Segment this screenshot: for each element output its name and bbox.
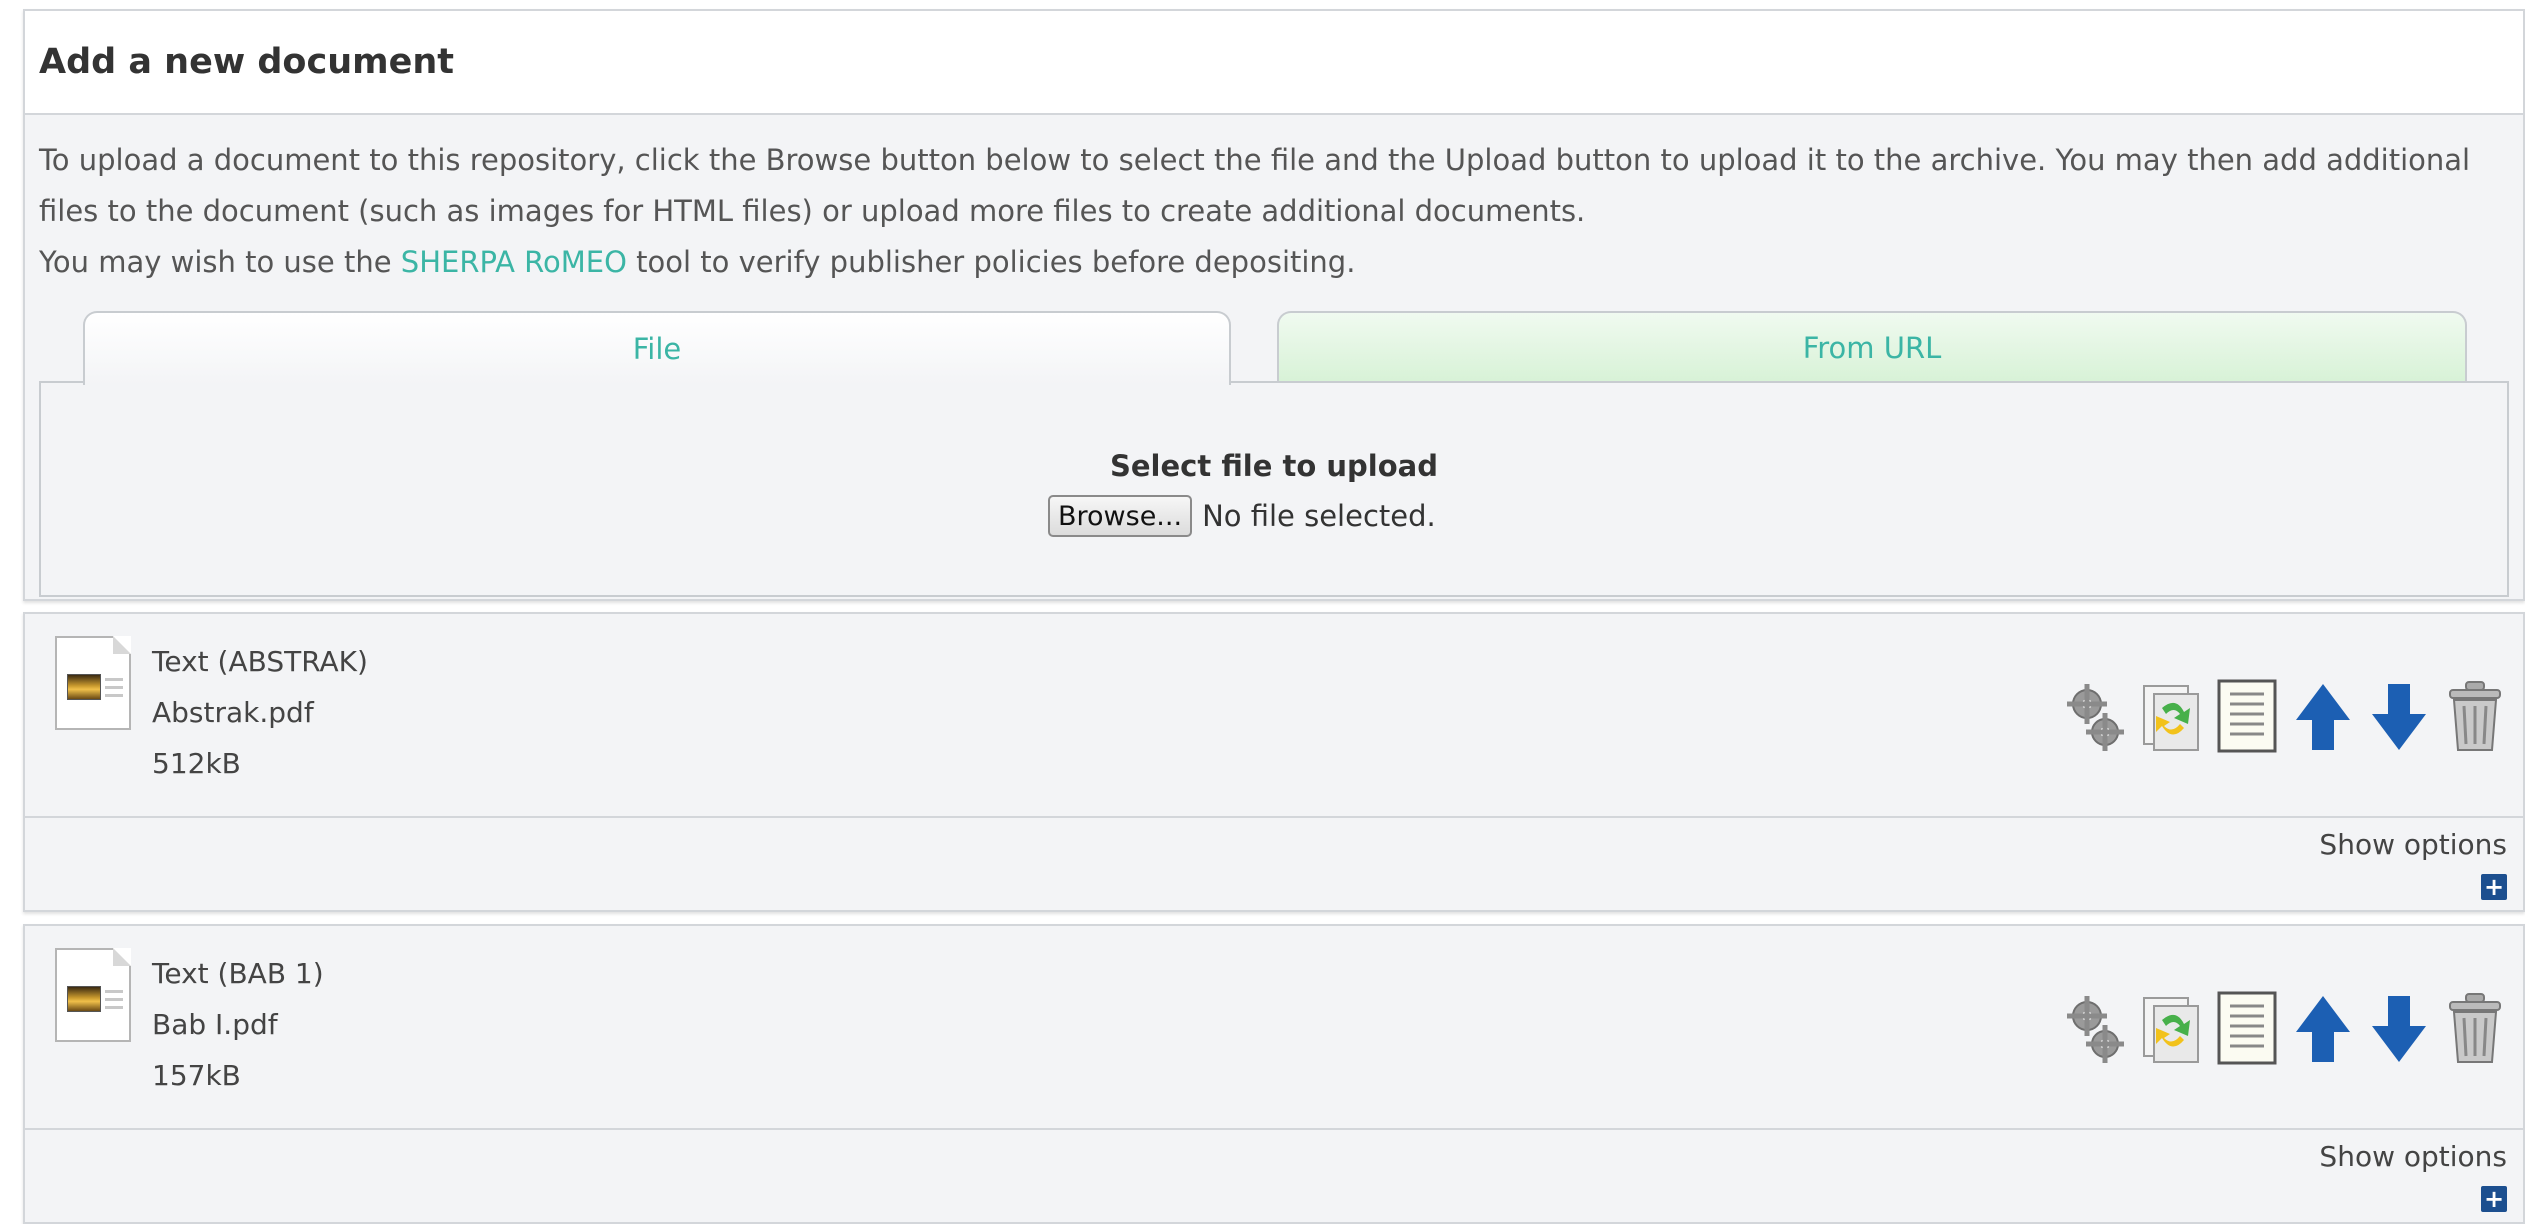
file-status-text: No file selected. xyxy=(1202,499,1436,533)
gears-icon[interactable] xyxy=(2061,990,2129,1066)
arrow-down-icon[interactable] xyxy=(2365,678,2433,754)
browse-button[interactable]: Browse... xyxy=(1048,495,1193,537)
arrow-down-icon[interactable] xyxy=(2365,990,2433,1066)
document-thumbnail-icon[interactable] xyxy=(55,636,131,730)
document-filename: Bab I.pdf xyxy=(152,1008,278,1041)
document-item: Text (ABSTRAK) Abstrak.pdf 512kB Show op… xyxy=(23,612,2525,912)
document-filename: Abstrak.pdf xyxy=(152,696,314,729)
show-options-link[interactable]: Show options xyxy=(2319,1140,2507,1173)
document-thumbnail-icon[interactable] xyxy=(55,948,131,1042)
document-footer: Show options + xyxy=(25,816,2523,910)
document-actions xyxy=(2061,678,2509,754)
tab-from-url[interactable]: From URL xyxy=(1277,311,2467,383)
document-actions xyxy=(2061,990,2509,1066)
plus-icon[interactable]: + xyxy=(2481,874,2507,900)
sherpa-romeo-link[interactable]: SHERPA RoMEO xyxy=(401,245,627,279)
file-input[interactable]: Browse... No file selected. xyxy=(1048,495,1436,537)
instructions-text: To upload a document to this repository,… xyxy=(39,143,2471,228)
panel-title: Add a new document xyxy=(39,42,454,82)
document-type: Text (ABSTRAK) xyxy=(152,645,368,678)
upload-instructions: To upload a document to this repository,… xyxy=(39,135,2519,288)
trash-icon[interactable] xyxy=(2441,678,2509,754)
document-details-icon[interactable] xyxy=(2213,990,2281,1066)
arrow-up-icon[interactable] xyxy=(2289,678,2357,754)
gears-icon[interactable] xyxy=(2061,678,2129,754)
panel-header: Add a new document xyxy=(25,11,2523,115)
document-size: 157kB xyxy=(152,1059,241,1092)
document-item: Text (BAB 1) Bab I.pdf 157kB Show option… xyxy=(23,924,2525,1224)
document-size: 512kB xyxy=(152,747,241,780)
show-options-link[interactable]: Show options xyxy=(2319,828,2507,861)
document-footer: Show options + xyxy=(25,1128,2523,1222)
convert-document-icon[interactable] xyxy=(2137,990,2205,1066)
convert-document-icon[interactable] xyxy=(2137,678,2205,754)
select-file-label: Select file to upload xyxy=(1110,449,1438,483)
file-upload-area: Select file to upload Browse... No file … xyxy=(39,381,2509,597)
add-document-panel: Add a new document To upload a document … xyxy=(23,9,2525,601)
arrow-up-icon[interactable] xyxy=(2289,990,2357,1066)
plus-icon[interactable]: + xyxy=(2481,1186,2507,1212)
policy-note: You may wish to use the SHERPA RoMEO too… xyxy=(39,245,1356,279)
document-meta: Text (ABSTRAK) Abstrak.pdf 512kB xyxy=(152,636,368,789)
document-details-icon[interactable] xyxy=(2213,678,2281,754)
tab-file[interactable]: File xyxy=(83,311,1231,385)
document-meta: Text (BAB 1) Bab I.pdf 157kB xyxy=(152,948,324,1101)
trash-icon[interactable] xyxy=(2441,990,2509,1066)
document-type: Text (BAB 1) xyxy=(152,957,324,990)
